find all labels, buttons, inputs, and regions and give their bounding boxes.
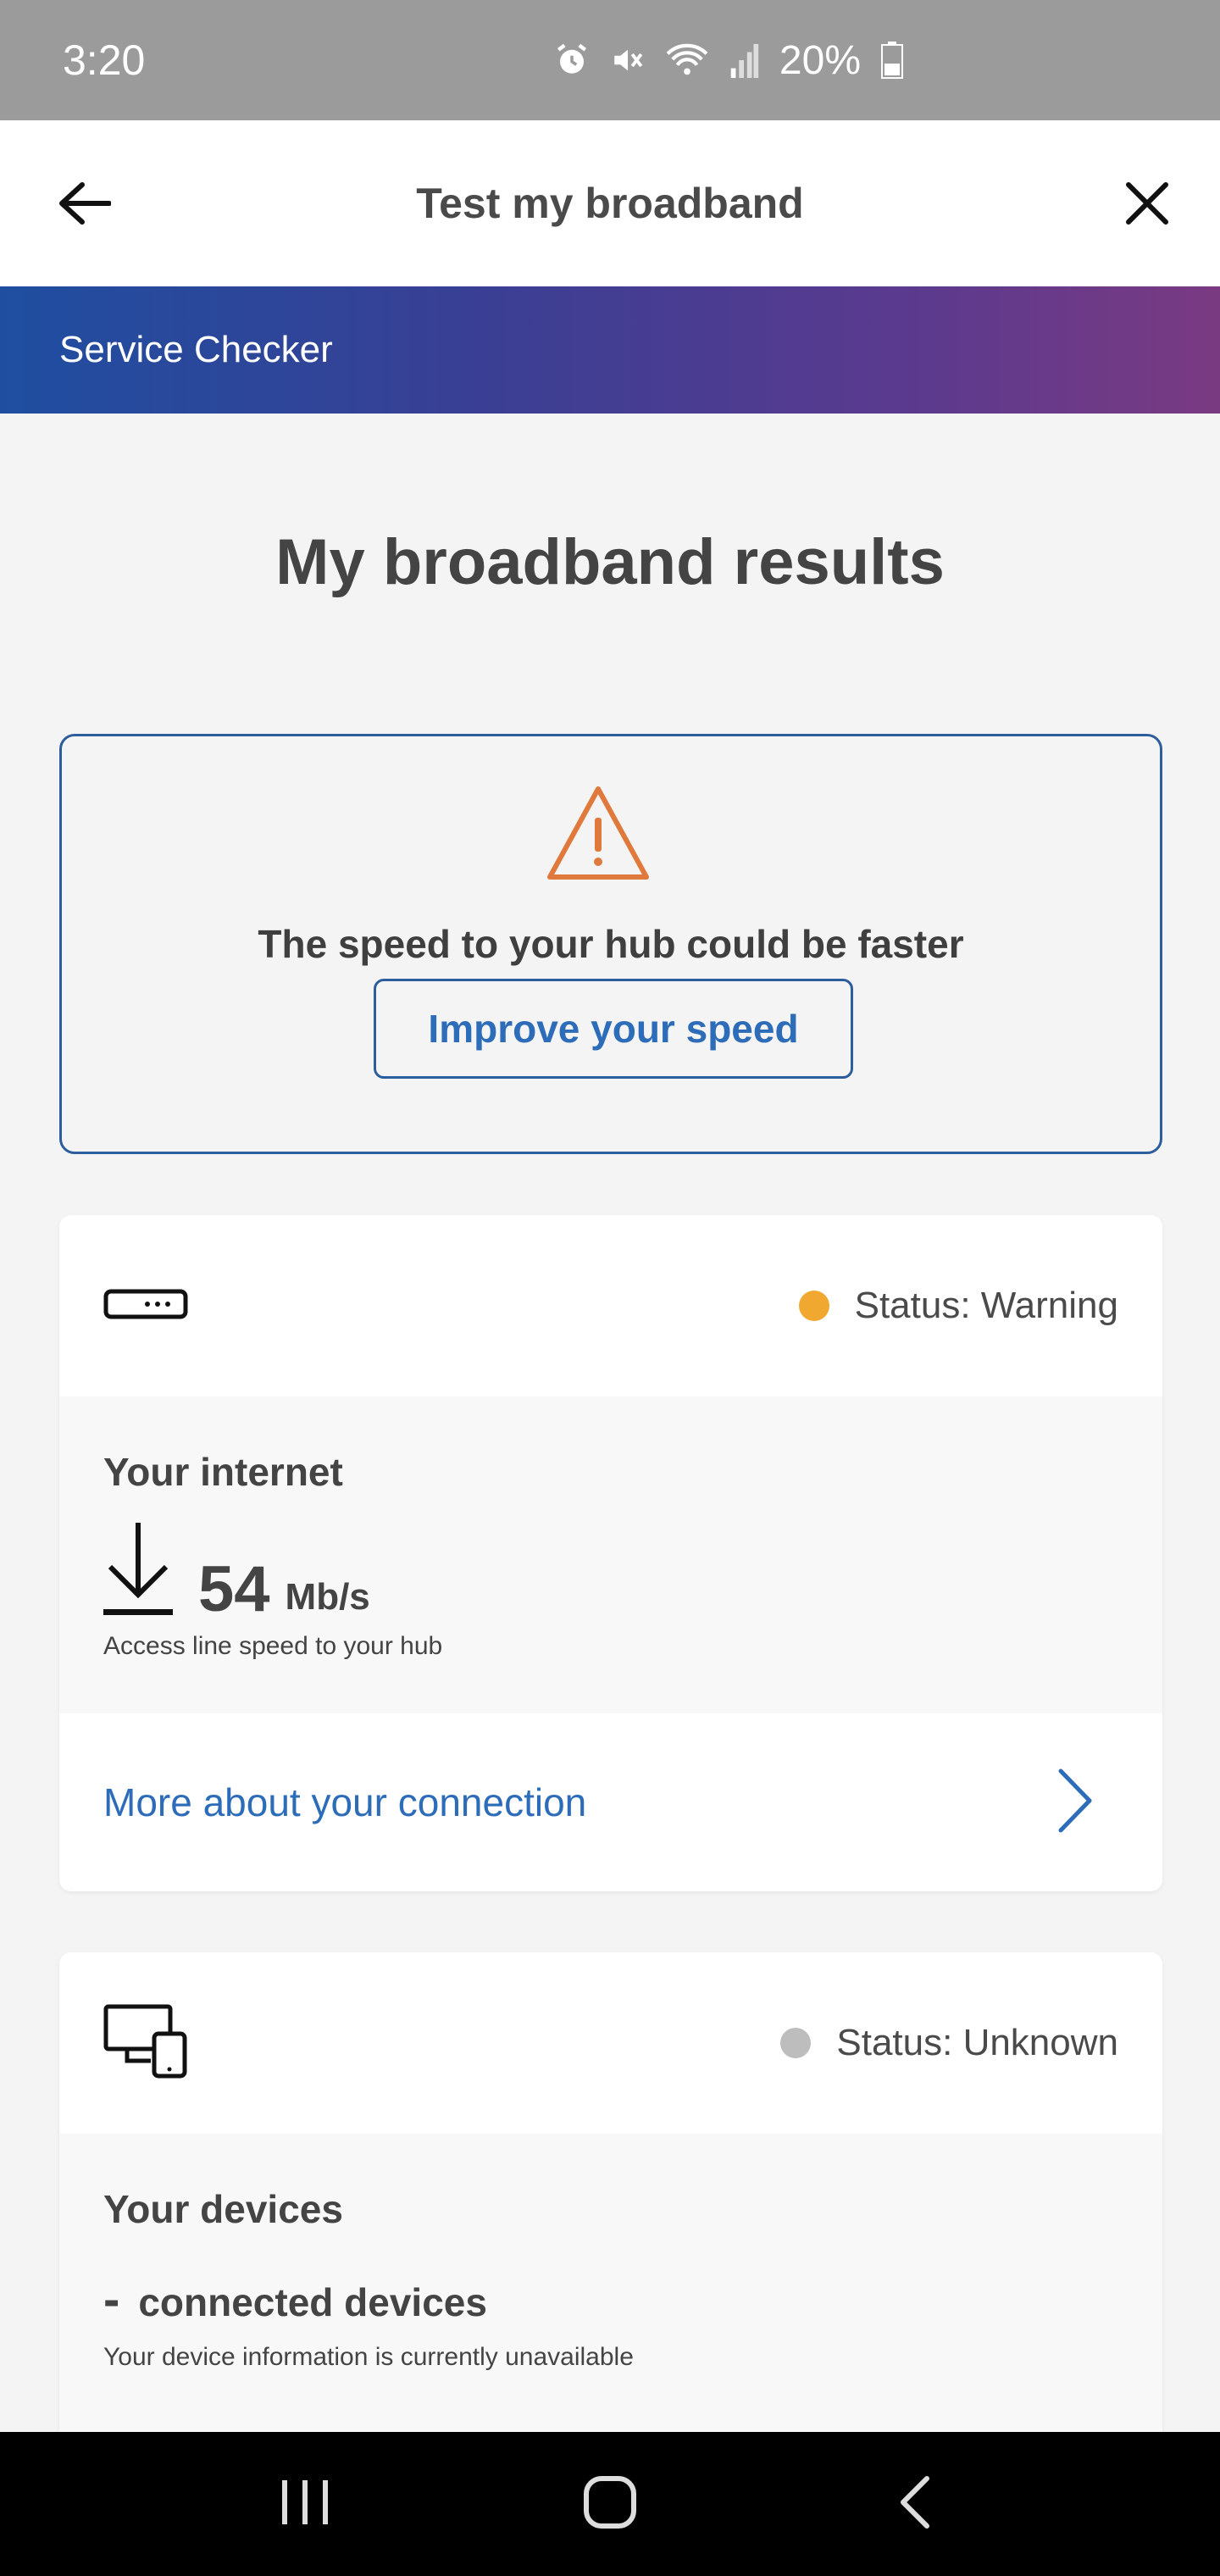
- nav-back-button[interactable]: [864, 2453, 966, 2555]
- alarm-icon: [554, 42, 590, 78]
- signal-icon: [729, 42, 759, 78]
- speed-caption: Access line speed to your hub: [103, 1632, 443, 1660]
- devices-heading: Your devices: [103, 2187, 343, 2231]
- devices-status: Status: Unknown: [780, 2022, 1118, 2064]
- home-icon: [583, 2475, 637, 2534]
- devices-card-header: Status: Unknown: [59, 1952, 1162, 2134]
- router-icon: [103, 1287, 188, 1325]
- battery-level: 20%: [779, 37, 861, 83]
- wifi-icon: [666, 42, 708, 78]
- app-header: Test my broadband: [0, 120, 1220, 286]
- devices-icon: [103, 2003, 188, 2084]
- device-count-label: connected devices: [138, 2280, 487, 2324]
- status-icons: 20%: [554, 37, 903, 84]
- status-dot-warning: [798, 1291, 829, 1321]
- back-icon: [898, 2475, 932, 2534]
- battery-icon: [881, 42, 903, 79]
- chevron-right-icon: [1057, 1768, 1095, 1838]
- status-dot-unknown: [780, 2028, 812, 2058]
- mute-icon: [610, 42, 646, 78]
- internet-card-body: Your internet 54 Mb/s Access line speed …: [59, 1396, 1162, 1713]
- internet-status: Status: Warning: [798, 1285, 1118, 1327]
- speed-row: 54 Mb/s: [103, 1522, 1118, 1622]
- device-count-row: - connected devices: [103, 2271, 1118, 2328]
- status-bar: 3:20 20%: [0, 0, 1220, 120]
- speed-alert-card: The speed to your hub could be faster Im…: [59, 734, 1162, 1154]
- recent-apps-button[interactable]: [254, 2453, 356, 2555]
- arrow-left-icon: [58, 181, 112, 229]
- page-title: My broadband results: [275, 526, 945, 598]
- more-about-connection-link[interactable]: More about your connection: [59, 1713, 1162, 1891]
- internet-card-header: Status: Warning: [59, 1215, 1162, 1396]
- device-caption: Your device information is currently una…: [103, 2343, 634, 2371]
- device-count-value: -: [103, 2272, 120, 2327]
- internet-heading: Your internet: [103, 1450, 343, 1494]
- alert-message: The speed to your hub could be faster: [258, 922, 964, 966]
- recent-apps-icon: [279, 2477, 331, 2532]
- internet-status-card: Status: Warning Your internet 54 Mb/s Ac…: [59, 1215, 1162, 1891]
- close-icon: [1125, 181, 1169, 230]
- banner-label: Service Checker: [59, 329, 333, 370]
- home-button[interactable]: [559, 2453, 661, 2555]
- download-icon: [103, 1519, 173, 1622]
- devices-status-label: Status: Unknown: [836, 2022, 1118, 2063]
- close-button[interactable]: [1113, 171, 1181, 239]
- speed-unit: Mb/s: [285, 1576, 370, 1618]
- improve-speed-button[interactable]: Improve your speed: [374, 979, 853, 1079]
- header-title: Test my broadband: [416, 180, 804, 227]
- more-about-connection-label: More about your connection: [103, 1780, 587, 1824]
- status-time: 3:20: [63, 36, 146, 84]
- system-nav-bar: [0, 2432, 1220, 2576]
- service-checker-banner: Service Checker: [0, 286, 1220, 414]
- back-button[interactable]: [51, 171, 119, 239]
- speed-value: 54: [198, 1553, 270, 1625]
- internet-status-label: Status: Warning: [854, 1285, 1118, 1326]
- warning-triangle-icon: [545, 784, 652, 888]
